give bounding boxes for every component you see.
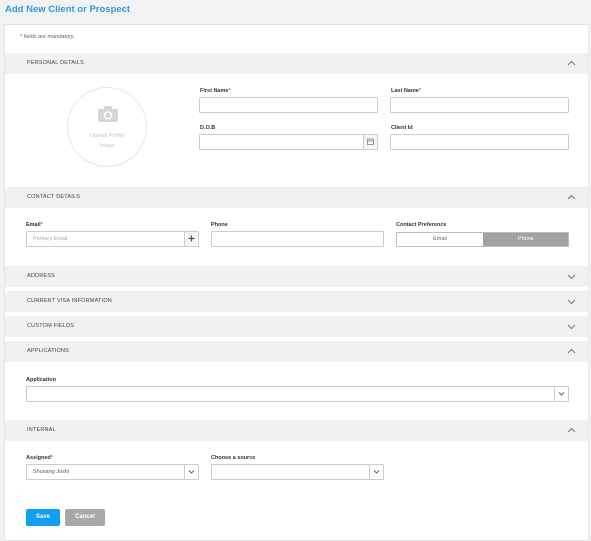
save-button[interactable]: Save xyxy=(26,509,60,526)
page-title: Add New Client or Prospect xyxy=(5,4,131,15)
chevron-up-icon[interactable] xyxy=(567,347,576,356)
section-title: CUSTOM FIELDS xyxy=(27,323,75,329)
preference-email-option[interactable]: Email xyxy=(397,233,483,246)
dob-field[interactable] xyxy=(199,134,378,150)
application-label: Application xyxy=(26,377,56,383)
source-label: Choose a source xyxy=(211,455,256,461)
mandatory-note: * fields are mandatory. xyxy=(20,34,75,40)
application-select[interactable] xyxy=(26,386,569,402)
section-title: PERSONAL DETAILS xyxy=(27,60,84,66)
assigned-value: Shuvang Joshi xyxy=(33,469,70,475)
section-personal-details[interactable]: PERSONAL DETAILS xyxy=(5,53,588,74)
chevron-up-icon[interactable] xyxy=(567,193,576,202)
assigned-select[interactable]: Shuvang Joshi xyxy=(26,464,199,480)
last-name-field[interactable] xyxy=(390,97,569,113)
source-select[interactable] xyxy=(211,464,384,480)
section-address[interactable]: ADDRESS xyxy=(5,266,588,287)
section-internal[interactable]: INTERNAL xyxy=(5,420,588,441)
chevron-down-icon[interactable] xyxy=(567,272,576,281)
email-label: Email* xyxy=(26,222,43,228)
client-id-field[interactable] xyxy=(390,134,569,150)
chevron-up-icon[interactable] xyxy=(567,59,576,68)
section-applications[interactable]: APPLICATIONS xyxy=(5,341,588,362)
section-custom-fields[interactable]: CUSTOM FIELDS xyxy=(5,316,588,337)
preference-phone-option[interactable]: Phone xyxy=(483,233,568,246)
contact-preference-toggle[interactable]: Email Phone xyxy=(396,232,569,247)
upload-profile-image[interactable]: Upload Profile Image xyxy=(67,87,147,167)
client-id-label: Client Id xyxy=(391,125,413,131)
first-name-label: First Name* xyxy=(200,88,231,94)
first-name-field[interactable] xyxy=(199,97,378,113)
cancel-button[interactable]: Cancel xyxy=(65,509,105,526)
chevron-down-icon[interactable] xyxy=(554,387,568,401)
add-email-icon[interactable] xyxy=(184,232,198,246)
section-visa-information[interactable]: CURRENT VISA INFORMATION xyxy=(5,291,588,312)
upload-profile-label: Upload Profile Image xyxy=(89,133,125,149)
chevron-up-icon[interactable] xyxy=(567,426,576,435)
phone-label: Phone xyxy=(211,222,228,228)
section-title: ADDRESS xyxy=(27,273,55,279)
section-title: CURRENT VISA INFORMATION xyxy=(27,298,112,304)
section-title: APPLICATIONS xyxy=(27,348,70,354)
section-contact-details[interactable]: CONTACT DETAILS xyxy=(5,187,588,208)
chevron-down-icon[interactable] xyxy=(567,322,576,331)
chevron-down-icon[interactable] xyxy=(567,297,576,306)
assigned-label: Assigned* xyxy=(26,455,53,461)
calendar-icon[interactable] xyxy=(363,135,377,149)
dob-label: D.O.B xyxy=(200,125,216,131)
contact-preference-label: Contact Preference xyxy=(396,222,447,228)
camera-icon xyxy=(97,105,119,128)
section-title: CONTACT DETAILS xyxy=(27,194,81,200)
email-placeholder: Primary Email xyxy=(33,236,68,242)
last-name-label: Last Name* xyxy=(391,88,421,94)
chevron-down-icon[interactable] xyxy=(184,465,198,479)
client-form-card: * fields are mandatory. PERSONAL DETAILS… xyxy=(4,24,589,541)
section-title: INTERNAL xyxy=(27,427,56,433)
email-field[interactable]: Primary Email xyxy=(26,231,199,247)
chevron-down-icon[interactable] xyxy=(369,465,383,479)
phone-field[interactable] xyxy=(211,231,384,247)
